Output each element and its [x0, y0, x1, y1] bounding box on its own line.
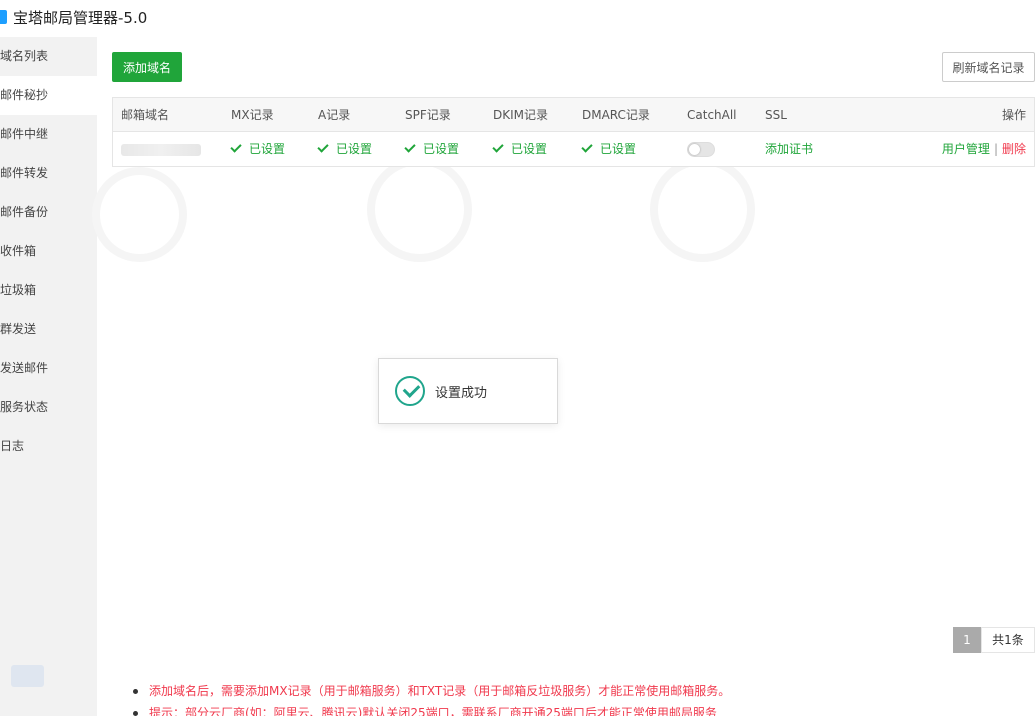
- add-domain-button[interactable]: 添加域名: [112, 52, 182, 82]
- user-manage-link[interactable]: 用户管理: [942, 142, 990, 156]
- dkim-status: 已设置: [492, 132, 548, 166]
- sidebar-item-service-status[interactable]: 服务状态: [0, 388, 97, 427]
- app-logo-icon: [0, 10, 7, 24]
- table-header: 邮箱域名 MX记录 A记录 SPF记录 DKIM记录 DMARC记录 Catch…: [113, 98, 1034, 132]
- check-icon: [492, 141, 504, 153]
- tips-list: 添加域名后，需要添加MX记录（用于邮箱服务）和TXT记录（用于邮箱反垃圾服务）才…: [131, 680, 1031, 716]
- sidebar-badge: [11, 665, 44, 687]
- title-bar: 宝塔邮局管理器-5.0: [0, 0, 1035, 34]
- dmarc-status: 已设置: [581, 132, 637, 166]
- tip-item: 添加域名后，需要添加MX记录（用于邮箱服务）和TXT记录（用于邮箱反垃圾服务）才…: [131, 680, 1031, 702]
- toast-message: 设置成功: [435, 385, 488, 401]
- row-actions: 用户管理 | 删除: [942, 132, 1026, 166]
- sidebar-item-mail-bcc[interactable]: 邮件秘抄: [0, 76, 97, 115]
- sidebar-item-mail-relay[interactable]: 邮件中继: [0, 115, 97, 154]
- mx-status: 已设置: [230, 132, 286, 166]
- tip-item: 提示：部分云厂商(如：阿里云、腾讯云)默认关闭25端口，需联系厂商开通25端口后…: [131, 702, 1031, 716]
- catchall-toggle[interactable]: [687, 142, 715, 157]
- header-dmarc: DMARC记录: [582, 108, 650, 122]
- sidebar-item-mass-send[interactable]: 群发送: [0, 310, 97, 349]
- check-icon: [581, 141, 593, 153]
- mx-status-text: 已设置: [249, 142, 286, 156]
- header-spf: SPF记录: [405, 108, 451, 122]
- pagination-total: 共1条: [981, 627, 1035, 653]
- success-toast: 设置成功: [378, 358, 558, 424]
- action-separator: |: [993, 142, 998, 156]
- dmarc-status-text: 已设置: [600, 142, 637, 156]
- header-actions: 操作: [1001, 108, 1026, 122]
- background-ring: [367, 157, 472, 262]
- sidebar-item-inbox[interactable]: 收件箱: [0, 232, 97, 271]
- header-ssl: SSL: [765, 108, 787, 122]
- a-status-text: 已设置: [336, 142, 373, 156]
- spf-status: 已设置: [404, 132, 460, 166]
- add-certificate-link[interactable]: 添加证书: [765, 132, 813, 166]
- check-icon: [317, 141, 329, 153]
- header-dkim: DKIM记录: [493, 108, 549, 122]
- sidebar-item-domain-list[interactable]: 域名列表: [0, 37, 97, 76]
- sidebar-item-spam[interactable]: 垃圾箱: [0, 271, 97, 310]
- sidebar-item-send-mail[interactable]: 发送邮件: [0, 349, 97, 388]
- main-content: 添加域名 刷新域名记录 邮箱域名 MX记录 A记录 SPF记录 DKIM记录 D…: [92, 37, 1035, 716]
- table-row: 已设置 已设置 已设置 已设置 已设置 添加证书 用户管理 | 删除: [113, 132, 1034, 166]
- refresh-domain-records-button[interactable]: 刷新域名记录: [942, 52, 1035, 82]
- success-check-icon: [395, 376, 425, 406]
- domain-table: 邮箱域名 MX记录 A记录 SPF记录 DKIM记录 DMARC记录 Catch…: [112, 97, 1035, 167]
- pagination-current-page[interactable]: 1: [953, 627, 981, 653]
- header-a: A记录: [318, 108, 351, 122]
- a-status: 已设置: [317, 132, 373, 166]
- domain-name-redacted: [121, 144, 201, 156]
- window-title: 宝塔邮局管理器-5.0: [13, 8, 148, 27]
- dkim-status-text: 已设置: [511, 142, 548, 156]
- header-domain: 邮箱域名: [121, 108, 170, 122]
- background-ring: [92, 167, 187, 262]
- check-icon: [230, 141, 242, 153]
- header-mx: MX记录: [231, 108, 274, 122]
- header-catchall: CatchAll: [687, 108, 737, 122]
- sidebar: 域名列表 邮件秘抄 邮件中继 邮件转发 邮件备份 收件箱 垃圾箱 群发送 发送邮…: [0, 37, 97, 716]
- sidebar-item-logs[interactable]: 日志: [0, 427, 97, 466]
- check-icon: [404, 141, 416, 153]
- delete-link[interactable]: 删除: [1002, 142, 1026, 156]
- spf-status-text: 已设置: [423, 142, 460, 156]
- background-ring: [650, 157, 755, 262]
- sidebar-item-mail-forward[interactable]: 邮件转发: [0, 154, 97, 193]
- sidebar-item-mail-backup[interactable]: 邮件备份: [0, 193, 97, 232]
